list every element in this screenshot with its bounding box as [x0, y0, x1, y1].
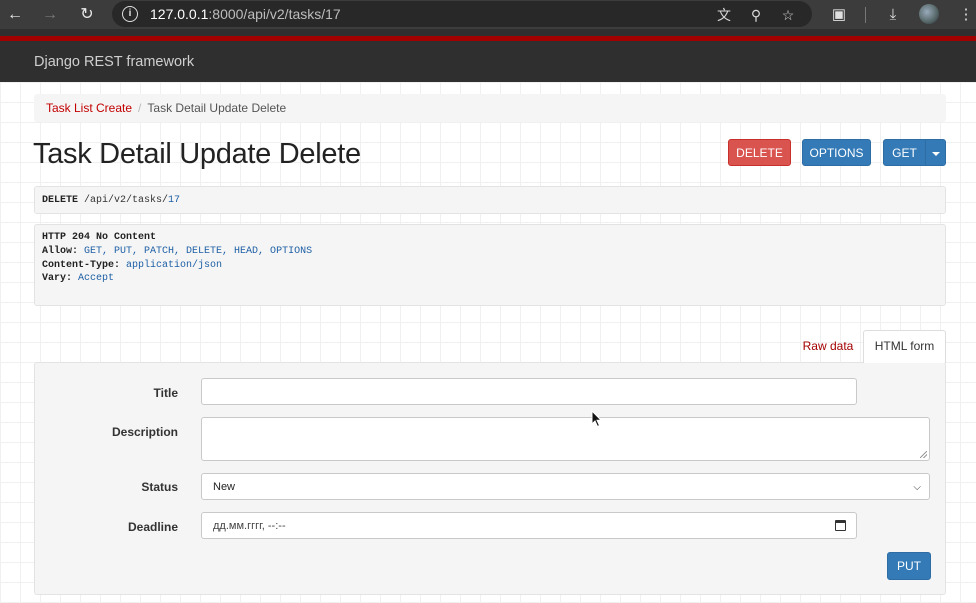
site-info-icon[interactable]: i [122, 6, 138, 22]
bookmark-star-icon[interactable]: ☆ [779, 6, 797, 24]
navbar-brand[interactable]: Django REST framework [34, 54, 194, 70]
request-path: /api/v2/tasks/ [84, 195, 169, 206]
title-input[interactable] [201, 378, 857, 405]
breadcrumb-divider: / [138, 101, 142, 115]
deadline-placeholder: дд.мм.гггг, --:-- [213, 520, 286, 532]
response-info: HTTP 204 No Content Allow: GET, PUT, PAT… [34, 224, 946, 306]
chevron-down-icon: ⌵ [913, 482, 921, 493]
navbar-top-strip [0, 29, 976, 36]
header-name: Vary: [42, 273, 73, 285]
request-method: DELETE [42, 195, 79, 206]
header-name: Content-Type: [42, 259, 121, 271]
status-selected-value: New [213, 481, 236, 493]
status-label: Status [141, 480, 178, 494]
translate-icon[interactable]: 文 [715, 6, 733, 24]
breadcrumb: Task List Create / Task Detail Update Dele… [34, 94, 946, 122]
response-status: HTTP 204 No Content [42, 232, 157, 243]
header-value: Accept [78, 273, 115, 285]
browser-toolbar: ← → ↻ i 127.0.0.1:8000/api/v2/tasks/17 文… [0, 0, 976, 29]
toolbar-divider [865, 7, 866, 23]
tab-html-form[interactable]: HTML form [863, 330, 946, 363]
get-format-dropdown[interactable] [925, 139, 946, 166]
header-value: GET, PUT, PATCH, DELETE, HEAD, OPTIONS [84, 245, 313, 257]
navbar: Django REST framework [0, 41, 976, 82]
extensions-icon[interactable]: ▣ [828, 4, 850, 26]
caret-down-icon [931, 151, 940, 156]
deadline-label: Deadline [127, 520, 178, 534]
description-textarea[interactable] [201, 417, 930, 461]
request-path-id: 17 [168, 195, 181, 206]
reload-button[interactable]: ↻ [76, 4, 98, 26]
mouse-cursor-icon [591, 410, 603, 428]
address-bar[interactable]: i 127.0.0.1:8000/api/v2/tasks/17 文 ⚲ ☆ [112, 1, 812, 27]
get-button[interactable]: GET [883, 139, 926, 166]
status-select[interactable]: New ⌵ [201, 473, 930, 500]
address-url[interactable]: 127.0.0.1:8000/api/v2/tasks/17 [150, 6, 341, 22]
back-button[interactable]: ← [4, 4, 26, 26]
deadline-input[interactable]: дд.мм.гггг, --:-- [201, 512, 857, 539]
download-icon[interactable]: ⤓ [882, 4, 904, 26]
breadcrumb-current: Task Detail Update Delete [147, 101, 287, 115]
description-label: Description [111, 425, 178, 439]
put-button[interactable]: PUT [887, 552, 931, 580]
delete-button[interactable]: DELETE [728, 139, 791, 166]
options-button[interactable]: OPTIONS [802, 139, 871, 166]
menu-kebab-icon[interactable]: ⋮ [955, 4, 976, 26]
profile-avatar[interactable] [919, 4, 939, 24]
title-label: Title [153, 386, 178, 400]
calendar-icon[interactable] [835, 520, 846, 531]
header-value: application/json [126, 259, 223, 271]
breadcrumb-link-task-list[interactable]: Task List Create [46, 101, 132, 115]
zoom-icon[interactable]: ⚲ [747, 6, 765, 24]
forward-button[interactable]: → [39, 4, 61, 26]
page-title: Task Detail Update Delete [33, 138, 361, 170]
resize-handle[interactable] [920, 451, 927, 458]
html-form: Title Description Status New ⌵ Deadline … [34, 362, 946, 595]
request-info: DELETE /api/v2/tasks/17 [34, 186, 946, 214]
header-name: Allow: [42, 245, 79, 257]
tab-raw-data[interactable]: Raw data [797, 331, 859, 362]
